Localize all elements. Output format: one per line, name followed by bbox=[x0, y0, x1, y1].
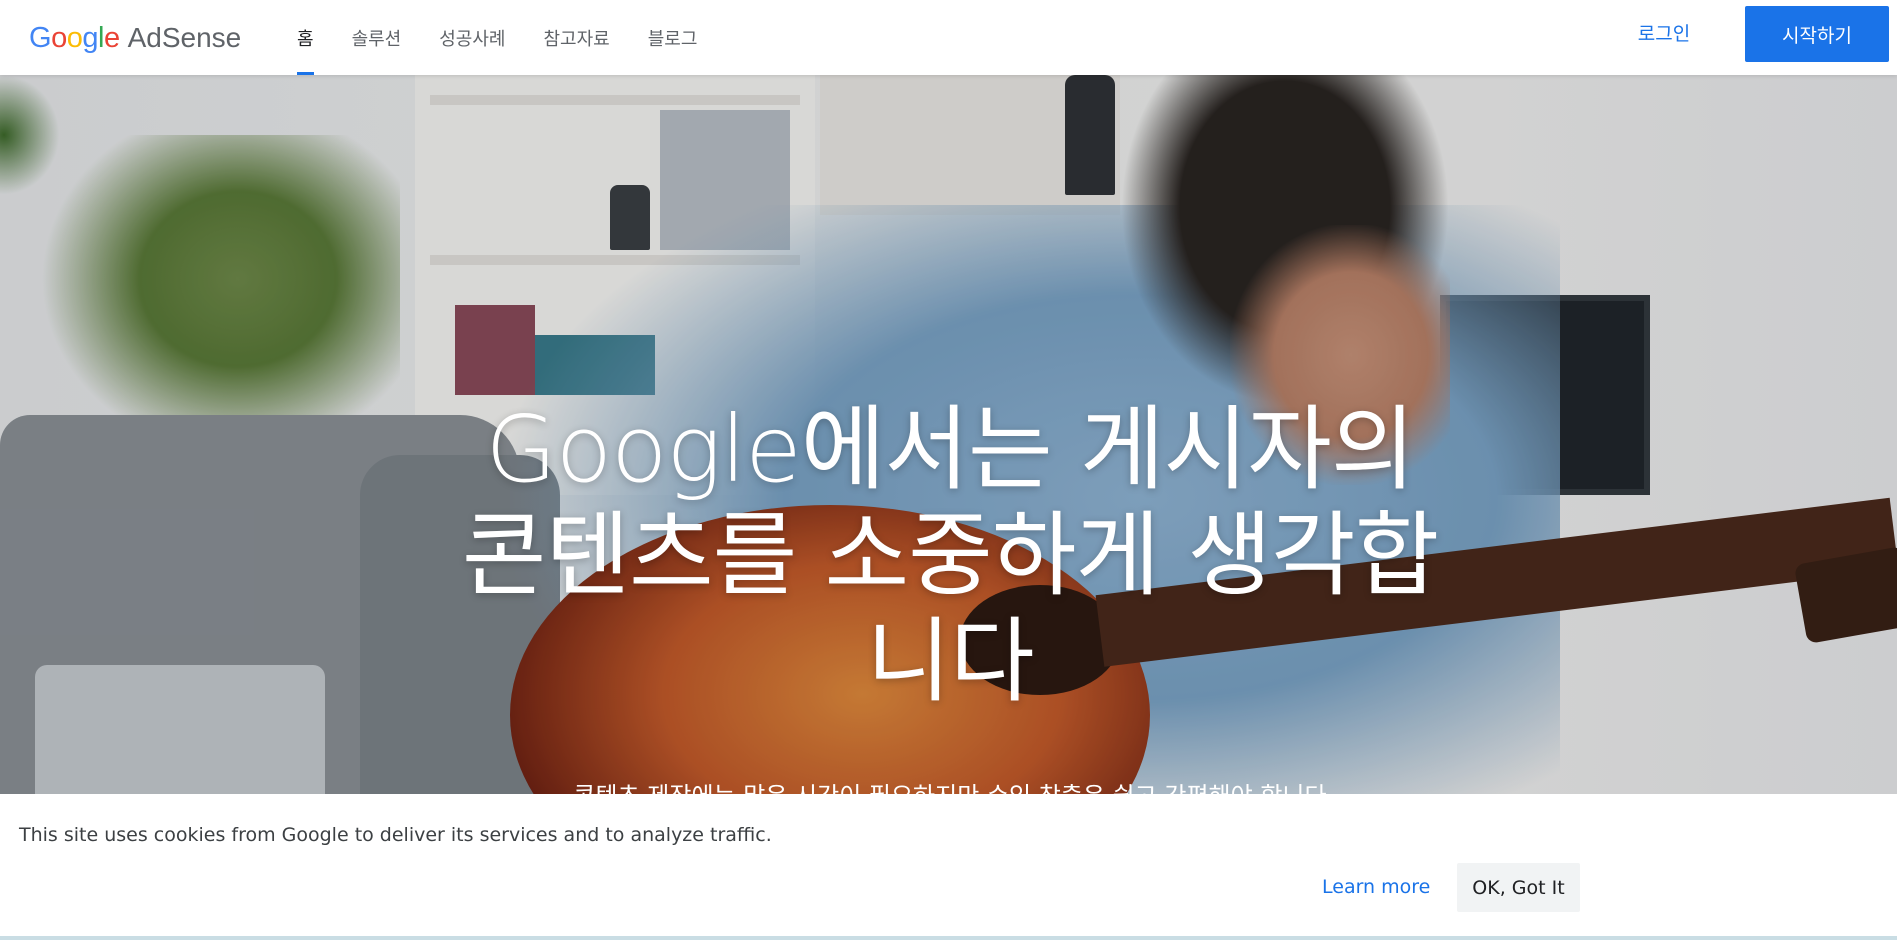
main-nav: 홈 솔루션 성공사례 참고자료 블로그 bbox=[278, 0, 716, 75]
adsense-logo[interactable]: Google AdSense bbox=[29, 18, 241, 58]
cookie-consent-bar: This site uses cookies from Google to de… bbox=[0, 794, 1897, 936]
logo-letter: g bbox=[82, 21, 98, 54]
nav-tab-home[interactable]: 홈 bbox=[278, 0, 333, 75]
hero-title: Google에서는 게시자의 콘텐츠를 소중하게 생각합니다 bbox=[461, 396, 1440, 715]
nav-tab-solutions[interactable]: 솔루션 bbox=[333, 0, 421, 75]
logo-letter: G bbox=[29, 21, 52, 54]
logo-letter: e bbox=[103, 21, 120, 54]
nav-tab-success-stories[interactable]: 성공사례 bbox=[420, 0, 524, 75]
logo-letter: o bbox=[66, 21, 83, 54]
accept-cookies-button[interactable]: OK, Got It bbox=[1457, 863, 1580, 912]
cookie-notice-text: This site uses cookies from Google to de… bbox=[19, 824, 772, 846]
product-name: AdSense bbox=[127, 22, 242, 53]
login-link[interactable]: 로그인 bbox=[1612, 14, 1716, 50]
learn-more-link[interactable]: Learn more bbox=[1322, 864, 1430, 910]
get-started-button[interactable]: 시작하기 bbox=[1745, 6, 1889, 62]
nav-tab-resources[interactable]: 참고자료 bbox=[525, 0, 629, 75]
logo-letter: o bbox=[51, 21, 67, 54]
page-content-edge bbox=[0, 936, 1897, 940]
google-wordmark: Google bbox=[29, 22, 120, 55]
top-navigation-bar: Google AdSense 홈 솔루션 성공사례 참고자료 블로그 로그인 시… bbox=[0, 0, 1897, 75]
nav-tab-blog[interactable]: 블로그 bbox=[629, 0, 717, 75]
